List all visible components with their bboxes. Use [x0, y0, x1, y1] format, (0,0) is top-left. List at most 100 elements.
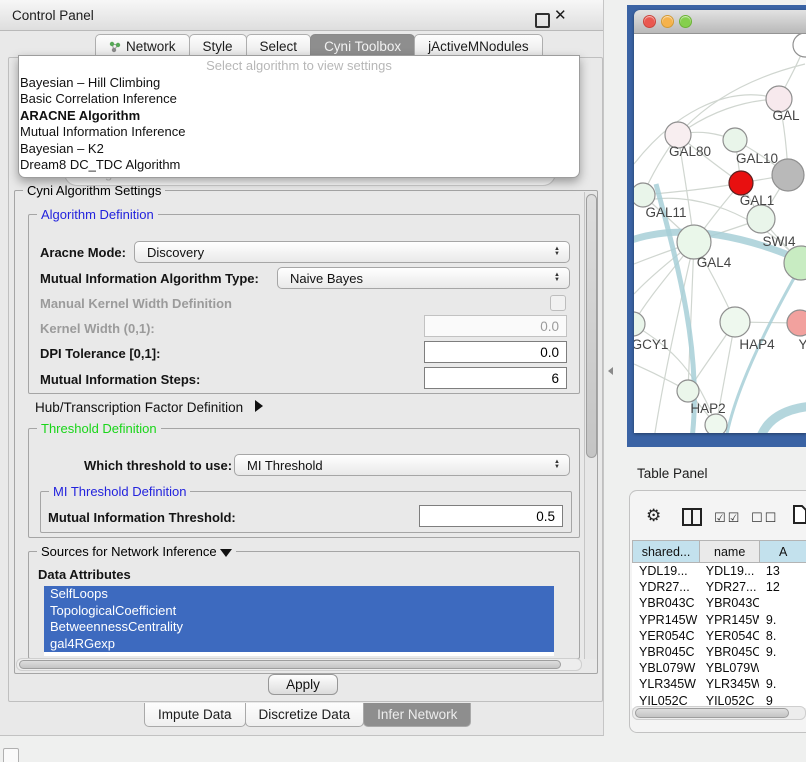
- table-row[interactable]: YBR045CYBR045C9.: [632, 644, 806, 660]
- attribute-item-gal4rgexp[interactable]: gal4RGexp: [44, 636, 554, 653]
- minimize-traffic-light[interactable]: [661, 15, 674, 28]
- table-cell: YLR345W: [632, 676, 699, 692]
- bottom-tab-discretize-data[interactable]: Discretize Data: [245, 703, 365, 727]
- network-node-gal1[interactable]: [729, 171, 753, 195]
- scrollbar-thumb[interactable]: [635, 708, 789, 718]
- manual-kernel-width-checkbox[interactable]: [550, 295, 566, 311]
- export-table-icon[interactable]: [793, 505, 806, 529]
- table-row[interactable]: YBL079WYBL079W: [632, 660, 806, 676]
- screenshot-stage: Control Panel ✕ NetworkStyleSelectCyni T…: [0, 0, 806, 762]
- network-node[interactable]: [705, 414, 727, 433]
- column-header-3[interactable]: A: [759, 540, 806, 563]
- mi-threshold-definition-title: MI Threshold Definition: [49, 484, 190, 499]
- mi-steps-field[interactable]: 6: [424, 367, 567, 389]
- attribute-item-betweennesscentrality[interactable]: BetweennessCentrality: [44, 619, 554, 636]
- attribute-item-selfloops[interactable]: SelfLoops: [44, 586, 554, 603]
- control-panel-title: Control Panel: [12, 8, 94, 23]
- network-window-titlebar[interactable]: [634, 10, 806, 34]
- table-header-row: shared...nameA: [632, 540, 806, 563]
- aracne-mode-combo[interactable]: Discovery ▲▼: [134, 241, 570, 263]
- table-row[interactable]: YER054CYER054C8.: [632, 628, 806, 644]
- attribute-item-topologicalcoefficient[interactable]: TopologicalCoefficient: [44, 603, 554, 620]
- node-label-gcy1: GCY1: [634, 337, 668, 352]
- network-node[interactable]: [793, 34, 806, 57]
- kernel-width-field[interactable]: 0.0: [424, 315, 567, 337]
- table-cell: YBL079W: [699, 660, 759, 676]
- zoom-traffic-light[interactable]: [679, 15, 692, 28]
- mini-panel-icon[interactable]: [3, 748, 19, 762]
- which-threshold-combo[interactable]: MI Threshold ▲▼: [234, 454, 570, 476]
- network-node-gal11[interactable]: [634, 183, 655, 207]
- stepper-icon: ▲▼: [549, 273, 569, 283]
- node-label-gal80: GAL80: [669, 144, 711, 159]
- mi-algorithm-type-label: Mutual Information Algorithm Type:: [40, 271, 259, 286]
- algorithm-definition-title: Algorithm Definition: [37, 207, 158, 222]
- mi-threshold-field[interactable]: 0.5: [419, 505, 563, 527]
- hub-definition-label: Hub/Transcription Factor Definition: [35, 400, 243, 415]
- table-cell: YDL19...: [632, 563, 699, 579]
- table-rows: YDL19...YDL19...13YDR27...YDR27...12YBR0…: [632, 563, 806, 708]
- algorithm-option-aracne-algorithm[interactable]: ARACNE Algorithm: [19, 108, 579, 124]
- network-node-gal4[interactable]: [677, 225, 711, 259]
- algorithm-option-basic-correlation-inference[interactable]: Basic Correlation Inference: [19, 91, 579, 107]
- bottom-tab-impute-data[interactable]: Impute Data: [144, 703, 246, 727]
- columns-icon[interactable]: [682, 508, 702, 531]
- stepper-icon: ▲▼: [549, 247, 569, 257]
- table-row[interactable]: YDL19...YDL19...13: [632, 563, 806, 579]
- dpi-tolerance-field[interactable]: 0.0: [424, 341, 567, 363]
- column-header-1[interactable]: shared...: [632, 540, 700, 563]
- network-node-hap4[interactable]: [720, 307, 750, 337]
- algorithm-option-bayesian-k2[interactable]: Bayesian – K2: [19, 141, 579, 157]
- table-cell: 9.: [759, 612, 806, 628]
- gear-icon[interactable]: ⚙: [646, 506, 661, 526]
- scrollbar-thumb[interactable]: [19, 660, 561, 669]
- network-node-gal10[interactable]: [723, 128, 747, 152]
- node-label-hap4: HAP4: [739, 337, 775, 352]
- table-cell: YBR045C: [699, 644, 759, 660]
- sources-title[interactable]: Sources for Network Inference: [37, 544, 236, 559]
- network-canvas[interactable]: GALGAL80GAL10GAL1GAL11SWI4GAL4GCY1HAP4YH…: [634, 34, 806, 433]
- algorithm-option-bayesian-hill-climbing[interactable]: Bayesian – Hill Climbing: [19, 75, 579, 91]
- node-label-hap2: HAP2: [690, 401, 725, 416]
- network-node-hap2[interactable]: [677, 380, 699, 402]
- select-all-columns-icon[interactable]: ☑☑: [714, 510, 741, 526]
- table-cell: YDR27...: [632, 579, 699, 595]
- apply-button[interactable]: Apply: [268, 674, 338, 695]
- bottom-tabs: Impute DataDiscretize DataInfer Network: [144, 703, 470, 727]
- table-row[interactable]: YBR043CYBR043C: [632, 595, 806, 611]
- table-cell: 12: [759, 579, 806, 595]
- aracne-mode-label: Aracne Mode:: [40, 245, 126, 260]
- float-panel-icon[interactable]: [535, 13, 550, 28]
- scrollbar-thumb[interactable]: [586, 194, 597, 458]
- close-panel-icon[interactable]: ✕: [554, 6, 567, 24]
- mi-algorithm-type-value: Naive Bayes: [278, 271, 549, 286]
- table-cell: YER054C: [632, 628, 699, 644]
- algorithm-option-dream8-dc-tdc-algorithm[interactable]: Dream8 DC_TDC Algorithm: [19, 157, 579, 173]
- network-node-gcy1[interactable]: [634, 312, 645, 336]
- table-cell: YBR043C: [699, 595, 759, 611]
- algorithm-dropdown-popup: Select algorithm to view settings Bayesi…: [18, 55, 580, 178]
- panel-divider-handle[interactable]: [608, 367, 613, 375]
- table-row[interactable]: YPR145WYPR145W9.: [632, 612, 806, 628]
- dpi-tolerance-label: DPI Tolerance [0,1]:: [40, 346, 160, 361]
- bottom-tab-infer-network[interactable]: Infer Network: [363, 703, 471, 727]
- table-row[interactable]: YDR27...YDR27...12: [632, 579, 806, 595]
- algorithm-option-mutual-information-inference[interactable]: Mutual Information Inference: [19, 124, 579, 140]
- tab-label: jActiveMNodules: [428, 39, 529, 54]
- control-panel-titlebar: Control Panel ✕: [0, 0, 603, 31]
- expand-down-icon: [220, 549, 232, 557]
- hub-definition-toggle[interactable]: Hub/Transcription Factor Definition: [35, 400, 263, 415]
- table-horizontal-scrollbar[interactable]: [632, 706, 806, 720]
- threshold-definition-title: Threshold Definition: [37, 421, 161, 436]
- mi-algorithm-type-combo[interactable]: Naive Bayes ▲▼: [277, 267, 570, 289]
- table-cell: YLR345W: [699, 676, 759, 692]
- deselect-all-columns-icon[interactable]: ☐☐: [751, 510, 778, 526]
- settings-horizontal-scrollbar[interactable]: [16, 658, 582, 671]
- settings-vertical-scrollbar[interactable]: [584, 192, 597, 659]
- network-node-y[interactable]: [787, 310, 806, 336]
- node-label-gal10: GAL10: [736, 151, 778, 166]
- table-row[interactable]: YLR345WYLR345W9.: [632, 676, 806, 692]
- network-node[interactable]: [747, 205, 775, 233]
- close-traffic-light[interactable]: [643, 15, 656, 28]
- column-header-2[interactable]: name: [699, 540, 760, 563]
